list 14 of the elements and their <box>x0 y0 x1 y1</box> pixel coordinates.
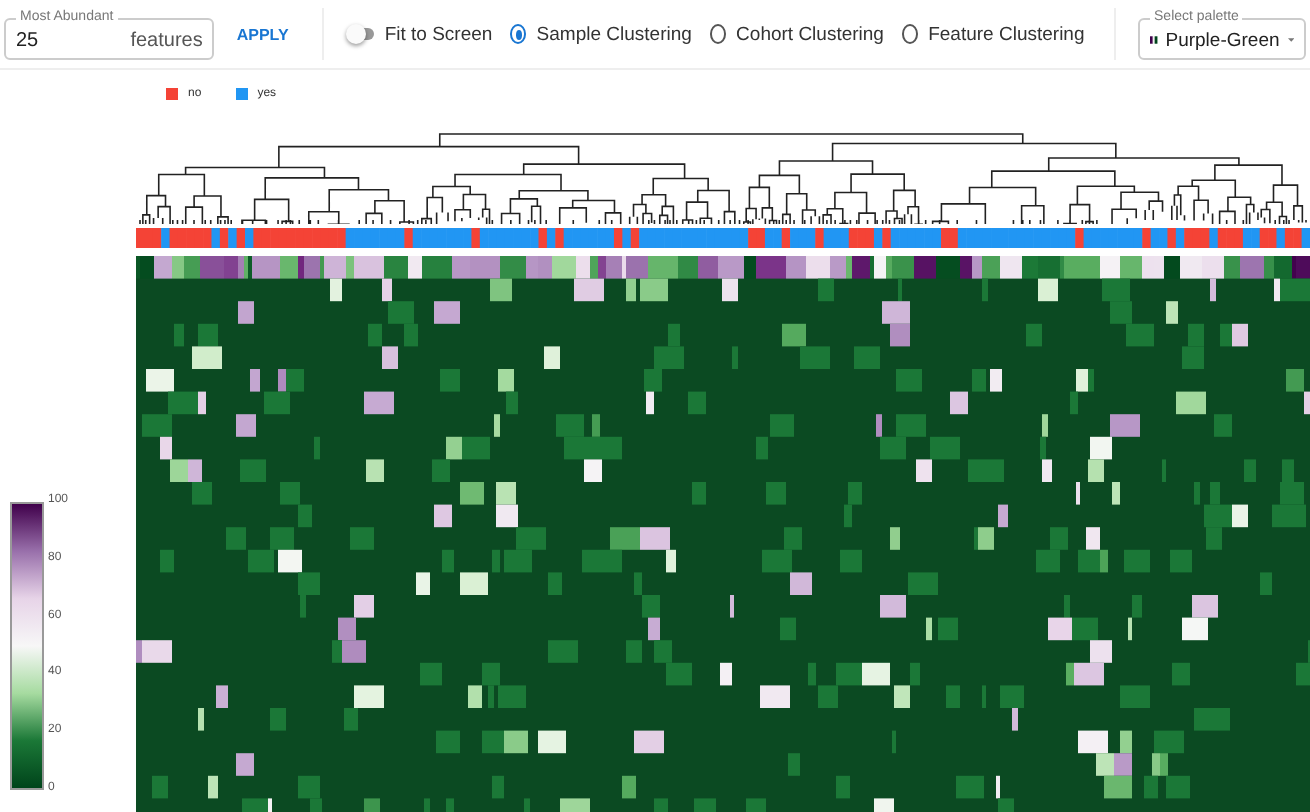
field-value: Purple-Green <box>1165 29 1280 51</box>
palette-swatch-icon <box>1150 32 1158 48</box>
apply-button[interactable]: APPLY <box>224 17 301 51</box>
caret-icon <box>1287 36 1295 44</box>
radio-button[interactable] <box>901 24 919 44</box>
radio-button[interactable] <box>510 24 527 44</box>
field-suffix: features <box>130 29 203 51</box>
fit-to-screen-toggle[interactable] <box>350 28 375 40</box>
radio-button[interactable] <box>709 24 727 44</box>
radio-label[interactable]: Cohort Clustering <box>736 23 884 45</box>
field-value: 25 <box>16 29 39 51</box>
toggle-label: Fit to Screen <box>384 23 493 45</box>
radio-label[interactable]: Feature Clustering <box>928 23 1085 45</box>
radio-label[interactable]: Sample Clustering <box>536 23 692 45</box>
